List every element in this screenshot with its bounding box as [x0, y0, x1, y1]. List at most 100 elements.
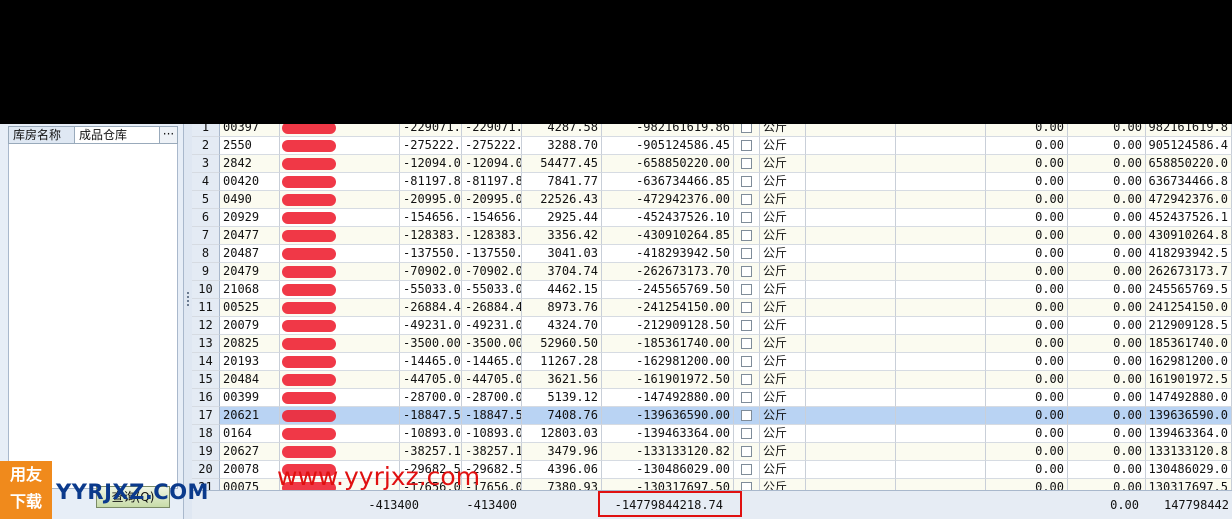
qty-a: -49231.0	[400, 317, 462, 335]
empty-col-a	[806, 353, 896, 371]
unit-price: 52960.50	[522, 335, 602, 353]
zero-value-2: 0.00	[1068, 263, 1146, 281]
table-row[interactable]: 18 0164 -10893.0 -10893.0 12803.03 -139463364…	[192, 425, 1232, 443]
row-checkbox[interactable]	[734, 227, 760, 245]
checkbox-icon[interactable]	[741, 124, 752, 133]
checkbox-icon[interactable]	[741, 176, 752, 187]
unit: 公斤	[760, 281, 806, 299]
item-name	[280, 389, 400, 407]
panel-splitter[interactable]	[184, 124, 192, 519]
total: 147492880.0	[1146, 389, 1232, 407]
row-checkbox[interactable]	[734, 155, 760, 173]
row-checkbox[interactable]	[734, 137, 760, 155]
row-checkbox[interactable]	[734, 407, 760, 425]
checkbox-icon[interactable]	[741, 284, 752, 295]
item-name	[280, 191, 400, 209]
table-row[interactable]: 6 20929 -154656. -154656. 2925.44 -452437526.…	[192, 209, 1232, 227]
checkbox-icon[interactable]	[741, 464, 752, 475]
checkbox-icon[interactable]	[741, 194, 752, 205]
row-index: 6	[192, 209, 220, 227]
table-row[interactable]: 14 20193 -14465.0 -14465.0 11267.28 -16298120…	[192, 353, 1232, 371]
zero-value: 0.00	[986, 209, 1068, 227]
table-row[interactable]: 4 00420 -81197.8 -81197.8 7841.77 -636734466.…	[192, 173, 1232, 191]
warehouse-picker-button[interactable]: ···	[159, 127, 177, 143]
checkbox-icon[interactable]	[741, 356, 752, 367]
empty-col-a	[806, 299, 896, 317]
table-row[interactable]: 8 20487 -137550. -137550. 3041.03 -418293942.…	[192, 245, 1232, 263]
row-checkbox[interactable]	[734, 461, 760, 479]
table-row[interactable]: 10 21068 -55033.0 -55033.0 4462.15 -245565769…	[192, 281, 1232, 299]
table-row[interactable]: 12 20079 -49231.0 -49231.0 4324.70 -212909128…	[192, 317, 1232, 335]
row-index: 10	[192, 281, 220, 299]
checkbox-icon[interactable]	[741, 266, 752, 277]
redaction-mark	[282, 338, 336, 350]
row-checkbox[interactable]	[734, 209, 760, 227]
zero-value: 0.00	[986, 425, 1068, 443]
table-row[interactable]: 19 20627 -38257.1 -38257.1 3479.96 -133133120…	[192, 443, 1232, 461]
checkbox-icon[interactable]	[741, 446, 752, 457]
table-row[interactable]: 15 20484 -44705.0 -44705.0 3621.56 -161901972…	[192, 371, 1232, 389]
zero-value-2: 0.00	[1068, 425, 1146, 443]
checkbox-icon[interactable]	[741, 320, 752, 331]
zero-value-2: 0.00	[1068, 227, 1146, 245]
row-checkbox[interactable]	[734, 353, 760, 371]
unit-price: 4324.70	[522, 317, 602, 335]
table-row[interactable]: 1 00397 -229071. -229071. 4287.58 -982161619.…	[192, 124, 1232, 137]
warehouse-filter-value[interactable]: 成品仓库	[75, 127, 159, 143]
table-row[interactable]: 16 00399 -28700.0 -28700.0 5139.12 -147492880…	[192, 389, 1232, 407]
empty-col-a	[806, 389, 896, 407]
checkbox-icon[interactable]	[741, 338, 752, 349]
checkbox-icon[interactable]	[741, 302, 752, 313]
table-row[interactable]: 7 20477 -128383. -128383. 3356.42 -430910264.…	[192, 227, 1232, 245]
row-checkbox[interactable]	[734, 299, 760, 317]
row-checkbox[interactable]	[734, 389, 760, 407]
checkbox-icon[interactable]	[741, 428, 752, 439]
row-checkbox[interactable]	[734, 371, 760, 389]
inventory-report-window: 库房名称 成品仓库 ··· 查询(Q) 1 00397 -229071. -22907…	[0, 124, 1232, 519]
table-row[interactable]: 2 2550 -275222. -275222. 3288.70 -905124586.4…	[192, 137, 1232, 155]
empty-col-a	[806, 335, 896, 353]
amount: -161901972.50	[602, 371, 734, 389]
checkbox-icon[interactable]	[741, 230, 752, 241]
checkbox-icon[interactable]	[741, 374, 752, 385]
row-index: 4	[192, 173, 220, 191]
table-row[interactable]: 3 2842 -12094.0 -12094.0 54477.45 -658850220.…	[192, 155, 1232, 173]
unit-price: 4287.58	[522, 124, 602, 137]
item-code: 20621	[220, 407, 280, 425]
checkbox-icon[interactable]	[741, 248, 752, 259]
row-checkbox[interactable]	[734, 479, 760, 490]
row-checkbox[interactable]	[734, 443, 760, 461]
row-checkbox[interactable]	[734, 263, 760, 281]
item-name	[280, 227, 400, 245]
table-row[interactable]: 9 20479 -70902.0 -70902.0 3704.74 -262673173.…	[192, 263, 1232, 281]
amount: -430910264.85	[602, 227, 734, 245]
item-code: 00525	[220, 299, 280, 317]
checkbox-icon[interactable]	[741, 482, 752, 490]
zero-value: 0.00	[986, 317, 1068, 335]
checkbox-icon[interactable]	[741, 392, 752, 403]
redaction-mark	[282, 320, 336, 332]
row-checkbox[interactable]	[734, 191, 760, 209]
checkbox-icon[interactable]	[741, 140, 752, 151]
row-index: 8	[192, 245, 220, 263]
row-checkbox[interactable]	[734, 425, 760, 443]
row-checkbox[interactable]	[734, 317, 760, 335]
checkbox-icon[interactable]	[741, 212, 752, 223]
table-row[interactable]: 5 0490 -20995.0 -20995.0 22526.43 -472942376.…	[192, 191, 1232, 209]
row-checkbox[interactable]	[734, 173, 760, 191]
splitter-grip-icon[interactable]	[187, 292, 189, 306]
row-checkbox[interactable]	[734, 281, 760, 299]
row-checkbox[interactable]	[734, 245, 760, 263]
amount-highlight-box	[598, 491, 742, 517]
row-checkbox[interactable]	[734, 124, 760, 137]
item-name	[280, 443, 400, 461]
table-row[interactable]: 11 00525 -26884.4 -26884.4 8973.76 -241254150…	[192, 299, 1232, 317]
table-row[interactable]: 13 20825 -3500.00 -3500.00 52960.50 -18536174…	[192, 335, 1232, 353]
zero-value: 0.00	[986, 479, 1068, 490]
footer-sum-zero: 0.00	[1110, 498, 1139, 512]
unit-price: 3621.56	[522, 371, 602, 389]
row-checkbox[interactable]	[734, 335, 760, 353]
table-row[interactable]: 17 20621 -18847.5 -18847.5 7408.76 -139636590…	[192, 407, 1232, 425]
checkbox-icon[interactable]	[741, 410, 752, 421]
checkbox-icon[interactable]	[741, 158, 752, 169]
